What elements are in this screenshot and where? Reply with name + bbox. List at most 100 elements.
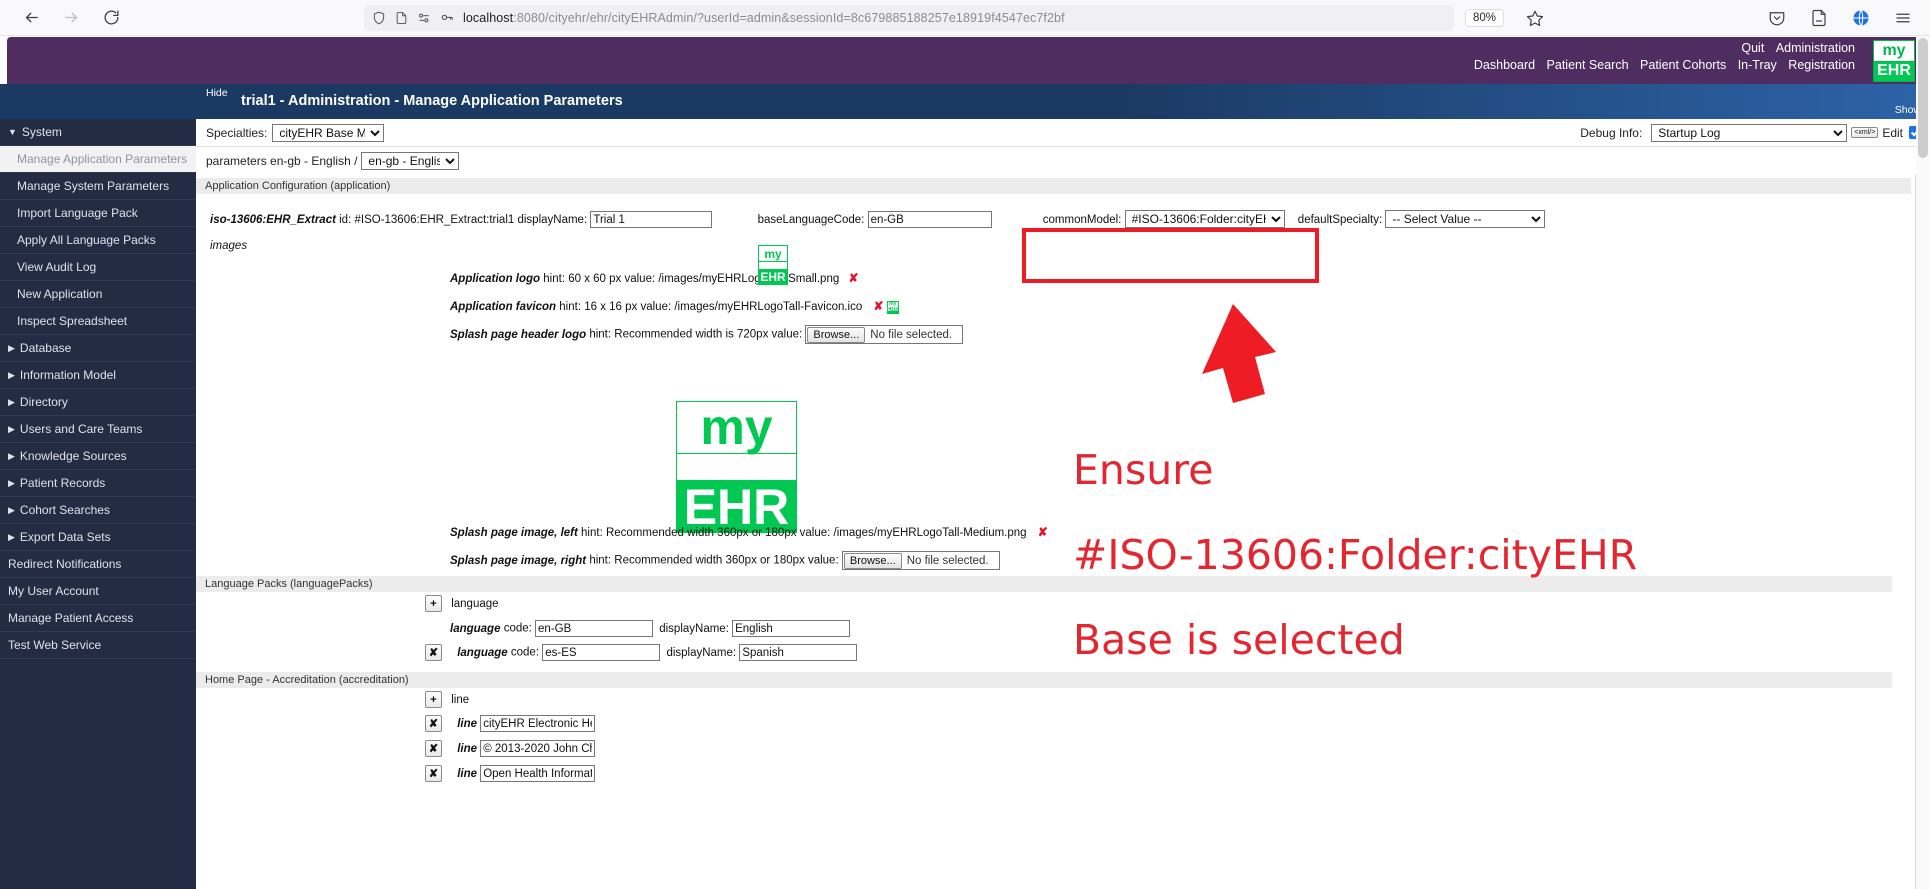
displayname-input[interactable] (590, 211, 713, 229)
quit-link[interactable]: Quit (1741, 41, 1764, 55)
sidebar-group-users-and-care-teams[interactable]: ▶ Users and Care Teams (0, 416, 196, 443)
url-path: :8080/cityehr/ehr/cityEHRAdmin/?userId=a… (513, 10, 1065, 25)
reload-icon[interactable] (98, 5, 124, 31)
defaultspecialty-select[interactable]: -- Select Value -- (1385, 210, 1546, 228)
sidebar-item-apply-all-language-packs[interactable]: Apply All Language Packs (0, 227, 196, 254)
add-line-button[interactable]: + (425, 691, 442, 708)
forward-arrow-icon[interactable] (58, 5, 84, 31)
sidebar-item-label: Patient Records (19, 476, 106, 490)
sidebar-group-information-model[interactable]: ▶ Information Model (0, 362, 196, 389)
splash-left-delete-icon[interactable]: ✘ (1038, 525, 1048, 539)
splash-right-file-input[interactable]: Browse... No file selected. (841, 551, 1000, 570)
remove-language-row-2-button[interactable]: ✘ (425, 644, 442, 661)
sidebar-item-redirect-notifications[interactable]: Redirect Notifications (0, 551, 196, 578)
sidebar-group-patient-records[interactable]: ▶ Patient Records (0, 470, 196, 497)
chevron-right-icon: ▶ (8, 423, 15, 434)
language-row-1-code-input[interactable] (535, 620, 654, 637)
sidebar-item-import-language-pack[interactable]: Import Language Pack (0, 200, 196, 227)
language-row-2-code-label: code: (510, 646, 540, 659)
back-arrow-icon[interactable] (18, 5, 44, 31)
xml-view-button[interactable]: <xml/> (1851, 127, 1879, 138)
baselanguagecode-input[interactable] (867, 211, 992, 229)
language-packs-heading: Language Packs (languagePacks) (196, 576, 1892, 592)
in-tray-link[interactable]: In-Tray (1738, 58, 1777, 72)
pocket-icon[interactable] (1766, 7, 1788, 29)
sidebar-item-view-audit-log[interactable]: View Audit Log (0, 254, 196, 281)
splash-right-nofile-text: No file selected. (906, 554, 989, 567)
sidebar-item-inspect-spreadsheet[interactable]: Inspect Spreadsheet (0, 308, 196, 335)
body-area: ▼ System Manage Application Parameters Mana… (0, 119, 1930, 889)
sidebar-group-knowledge-sources[interactable]: ▶ Knowledge Sources (0, 443, 196, 470)
specialties-select[interactable]: cityEHR Base Model (272, 123, 385, 142)
sidebar-item-manage-application-parameters[interactable]: Manage Application Parameters (0, 146, 196, 173)
accreditation-row-3-input[interactable] (480, 765, 596, 782)
splash-header-file-input[interactable]: Browse... No file selected. (805, 325, 964, 345)
star-icon[interactable] (1524, 7, 1546, 29)
myehr-logo: my EHR (1873, 40, 1915, 82)
images-label: images (210, 240, 248, 253)
dashboard-link[interactable]: Dashboard (1474, 58, 1535, 72)
hide-sidebar-link[interactable]: Hide (206, 87, 228, 99)
permissions-icon[interactable] (417, 11, 431, 25)
container-icon[interactable] (1850, 7, 1872, 29)
language-row-1-display-input[interactable] (732, 620, 851, 637)
sidebar-item-manage-system-parameters[interactable]: Manage System Parameters (0, 173, 196, 200)
language-row-2-code-input[interactable] (542, 644, 661, 661)
remove-line-1-button[interactable]: ✘ (425, 715, 442, 732)
patient-cohorts-link[interactable]: Patient Cohorts (1640, 58, 1726, 72)
logo-preview-ehr: EHR (759, 270, 787, 285)
sidebar-item-label: Test Web Service (8, 638, 102, 652)
sidebar-item-new-application[interactable]: New Application (0, 281, 196, 308)
splash-right-label: Splash page image, right (450, 554, 587, 567)
hamburger-menu-icon[interactable] (1892, 7, 1914, 29)
splash-right-hint: hint: Recommended width 360px or 180px v… (589, 554, 839, 567)
reader-icon[interactable] (1808, 7, 1830, 29)
sidebar-item-label: Manage System Parameters (17, 179, 170, 193)
sidebar-group-export-data-sets[interactable]: ▶ Export Data Sets (0, 524, 196, 551)
splash-header-browse-button[interactable]: Browse... (807, 326, 866, 343)
debug-controls: Debug Info: Startup Log <xml/> Edit (1580, 123, 1922, 142)
sidebar-item-label: My User Account (8, 584, 99, 598)
splash-left-row: Splash page image, left hint: Recommende… (196, 525, 1048, 543)
accreditation-row-1-input[interactable] (480, 715, 596, 732)
sidebar-group-system[interactable]: ▼ System (0, 119, 196, 146)
sidebar-item-test-web-service[interactable]: Test Web Service (0, 632, 196, 659)
patient-search-link[interactable]: Patient Search (1547, 58, 1629, 72)
id-label: id: (339, 214, 352, 226)
administration-link[interactable]: Administration (1776, 41, 1855, 55)
sidebar-item-manage-patient-access[interactable]: Manage Patient Access (0, 605, 196, 632)
add-language-button[interactable]: + (425, 595, 442, 612)
page-scrollbar[interactable] (1916, 36, 1930, 889)
application-favicon-delete-icon[interactable]: ✘ (873, 299, 883, 313)
application-logo-delete-icon[interactable]: ✘ (848, 271, 858, 285)
remove-line-2-button[interactable]: ✘ (425, 740, 442, 757)
banner-top-links: Quit Administration (1733, 41, 1855, 55)
sidebar-group-cohort-searches[interactable]: ▶ Cohort Searches (0, 497, 196, 524)
splash-left-label: Splash page image, left (450, 527, 578, 539)
browser-right-icons: 80% (1457, 7, 1920, 29)
splash-right-browse-button[interactable]: Browse... (843, 552, 902, 569)
language-row-2-display-input[interactable] (739, 644, 858, 661)
sidebar-item-label: Users and Care Teams (19, 422, 143, 436)
remove-line-3-button[interactable]: ✘ (425, 765, 442, 782)
sidebar-group-database[interactable]: ▶ Database (0, 335, 196, 362)
page-scrollbar-thumb[interactable] (1918, 38, 1928, 158)
debug-info-select[interactable]: Startup Log (1651, 123, 1848, 142)
browser-toolbar: localhost:8080/cityehr/ehr/cityEHRAdmin/… (0, 0, 1930, 36)
address-bar[interactable]: localhost:8080/cityehr/ehr/cityEHRAdmin/… (364, 4, 1454, 31)
edit-label: Edit (1882, 125, 1903, 140)
baselanguagecode-label: baseLanguageCode: (757, 214, 865, 226)
registration-link[interactable]: Registration (1788, 58, 1855, 72)
language-select[interactable]: en-gb - English (361, 151, 460, 170)
chevron-right-icon: ▶ (8, 531, 15, 542)
commonmodel-select[interactable]: #ISO-13606:Folder:cityEHRBase (1124, 210, 1285, 228)
debug-info-label: Debug Info: (1580, 125, 1643, 140)
application-logo-row: Application logo hint: 60 x 60 px value:… (196, 245, 1930, 291)
sidebar: ▼ System Manage Application Parameters Mana… (0, 119, 196, 889)
zoom-level-badge[interactable]: 80% (1464, 8, 1504, 27)
sidebar-group-directory[interactable]: ▶ Directory (0, 389, 196, 416)
sidebar-item-label: View Audit Log (17, 260, 97, 274)
accreditation-row-2-input[interactable] (480, 740, 596, 757)
sidebar-item-my-user-account[interactable]: My User Account (0, 578, 196, 605)
splash-logo-gap (677, 454, 796, 482)
